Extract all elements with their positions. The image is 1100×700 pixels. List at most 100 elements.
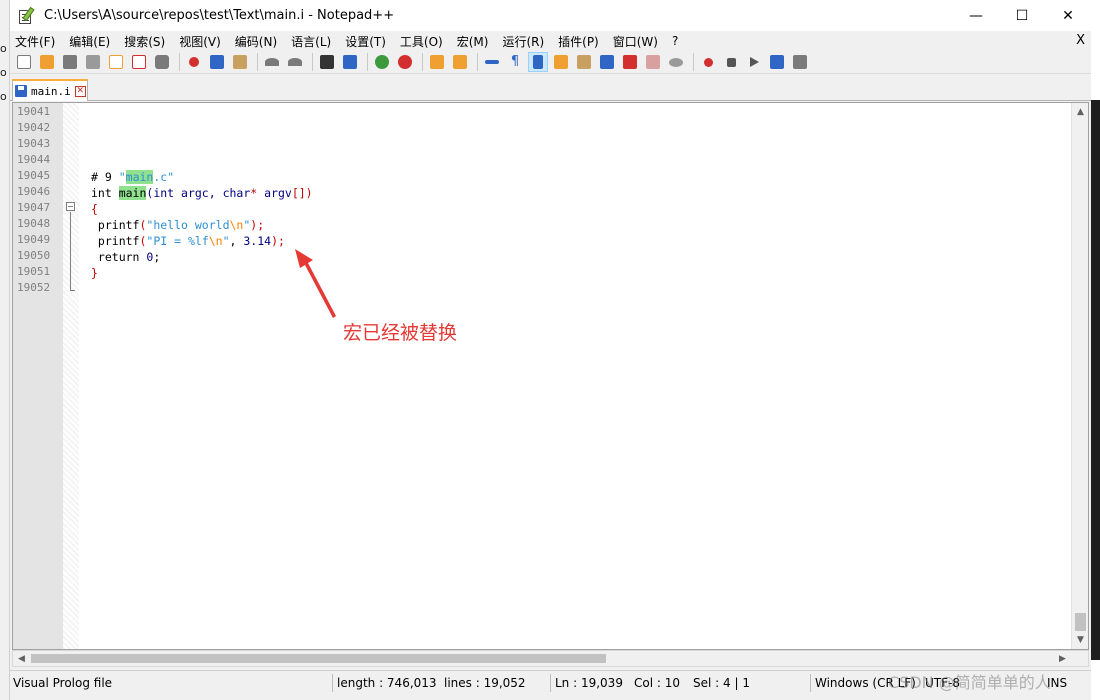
toolbar: ¶ xyxy=(10,51,1091,74)
status-selection: Sel : 4 | 1 xyxy=(693,676,750,690)
replace-icon[interactable] xyxy=(340,52,360,72)
code-line-19047: { xyxy=(91,202,98,216)
menu-encoding[interactable]: 编码(N) xyxy=(230,33,282,50)
zoom-in-icon[interactable] xyxy=(372,52,392,72)
minimize-button[interactable]: — xyxy=(953,0,999,31)
line-number: 19049 xyxy=(17,233,51,246)
line-number: 19041 xyxy=(17,105,51,118)
highlighted-word: main xyxy=(118,186,147,200)
menu-language[interactable]: 语言(L) xyxy=(286,33,336,50)
toolbar-separator xyxy=(257,53,258,71)
close-document-button[interactable]: X xyxy=(1076,33,1085,48)
code-line-19045: # 9 "main.c" xyxy=(91,170,175,184)
menu-plugins[interactable]: 插件(P) xyxy=(553,33,604,50)
tab-bar: main.i ✕ xyxy=(10,76,1091,101)
line-number: 19042 xyxy=(17,121,51,134)
menu-file[interactable]: 文件(F) xyxy=(10,33,60,50)
find-icon[interactable] xyxy=(317,52,337,72)
status-separator xyxy=(810,674,811,692)
folder-as-workspace-icon[interactable] xyxy=(597,52,617,72)
code-text[interactable]: # 9 "main.c" int main(int argc, char* ar… xyxy=(91,103,1071,649)
scroll-right-icon[interactable]: ▶ xyxy=(1054,651,1071,666)
doc-map-icon[interactable] xyxy=(551,52,571,72)
toolbar-separator xyxy=(179,53,180,71)
cut-icon[interactable] xyxy=(184,52,204,72)
open-file-icon[interactable] xyxy=(37,52,57,72)
status-separator xyxy=(550,674,551,692)
menu-window[interactable]: 窗口(W) xyxy=(608,33,663,50)
save-icon[interactable] xyxy=(60,52,80,72)
indent-guide-icon[interactable] xyxy=(528,52,548,72)
annotation-label: 宏已经被替换 xyxy=(343,322,458,344)
line-number: 19044 xyxy=(17,153,51,166)
line-number: 19047 xyxy=(17,201,51,214)
menu-search[interactable]: 搜索(S) xyxy=(119,33,170,50)
status-length: length : 746,013 xyxy=(337,676,437,690)
status-line-number: Ln : 19,039 xyxy=(555,676,623,690)
stop-macro-icon[interactable] xyxy=(721,52,741,72)
horizontal-scrollbar[interactable]: ◀ ▶ xyxy=(12,650,1089,667)
scroll-down-icon[interactable]: ▼ xyxy=(1072,631,1089,648)
show-all-chars-icon[interactable]: ¶ xyxy=(505,52,525,72)
redo-icon[interactable] xyxy=(285,52,305,72)
undo-icon[interactable] xyxy=(262,52,282,72)
sync-horizontal-icon[interactable] xyxy=(450,52,470,72)
save-all-icon[interactable] xyxy=(83,52,103,72)
maximize-button[interactable]: ☐ xyxy=(999,0,1045,31)
monitor-icon[interactable] xyxy=(620,52,640,72)
eye-icon[interactable] xyxy=(666,52,686,72)
paste-icon[interactable] xyxy=(230,52,250,72)
menu-edit[interactable]: 编辑(E) xyxy=(64,33,115,50)
play-macro-icon[interactable] xyxy=(744,52,764,72)
copy-icon[interactable] xyxy=(207,52,227,72)
tab-close-icon[interactable]: ✕ xyxy=(74,85,86,97)
save-macro-icon[interactable] xyxy=(790,52,810,72)
sync-vertical-icon[interactable] xyxy=(427,52,447,72)
vertical-scrollbar[interactable]: ▲ ▼ xyxy=(1071,103,1088,649)
print-icon[interactable] xyxy=(152,52,172,72)
line-number: 19046 xyxy=(17,185,51,198)
menu-tools[interactable]: 工具(O) xyxy=(395,33,448,50)
toolbar-separator xyxy=(312,53,313,71)
scroll-up-icon[interactable]: ▲ xyxy=(1072,103,1089,120)
function-list-icon[interactable] xyxy=(574,52,594,72)
menu-settings[interactable]: 设置(T) xyxy=(340,33,391,50)
line-number: 19043 xyxy=(17,137,51,150)
word-wrap-icon[interactable] xyxy=(482,52,502,72)
run-macro-multiple-icon[interactable] xyxy=(767,52,787,72)
notepad-app-icon xyxy=(17,6,35,25)
menu-help[interactable]: ? xyxy=(667,34,683,48)
title-bar: C:\Users\A\source\repos\test\Text\main.i… xyxy=(10,0,1091,31)
toolbar-separator xyxy=(693,53,694,71)
tab-main-i[interactable]: main.i ✕ xyxy=(12,79,88,101)
line-number: 19048 xyxy=(17,217,51,230)
close-window-button[interactable]: ✕ xyxy=(1045,0,1091,31)
window-title: C:\Users\A\source\repos\test\Text\main.i… xyxy=(44,8,395,23)
code-line-19046: int main(int argc, char* argv[]) xyxy=(91,186,313,200)
close-icon[interactable] xyxy=(106,52,126,72)
record-macro-icon[interactable] xyxy=(698,52,718,72)
fold-collapse-icon[interactable] xyxy=(66,202,75,211)
menu-run[interactable]: 运行(R) xyxy=(497,33,549,50)
vertical-scroll-thumb[interactable] xyxy=(1075,613,1086,631)
scroll-left-icon[interactable]: ◀ xyxy=(13,651,30,666)
new-file-icon[interactable] xyxy=(14,52,34,72)
menu-view[interactable]: 视图(V) xyxy=(174,33,226,50)
fold-guide-end xyxy=(70,290,75,291)
editor-area[interactable]: 19041 19042 19043 19044 19045 19046 1904… xyxy=(12,102,1089,650)
panel-icon[interactable] xyxy=(643,52,663,72)
fold-margin xyxy=(63,103,79,649)
status-separator xyxy=(332,674,333,692)
watermark: CSDN @简简单单的人 xyxy=(888,673,1051,692)
line-number: 19051 xyxy=(17,265,51,278)
zoom-out-icon[interactable] xyxy=(395,52,415,72)
toolbar-separator xyxy=(422,53,423,71)
menu-bar: 文件(F) 编辑(E) 搜索(S) 视图(V) 编码(N) 语言(L) 设置(T… xyxy=(10,31,1091,51)
notepad-window: C:\Users\A\source\repos\test\Text\main.i… xyxy=(10,0,1091,700)
fold-guide-line xyxy=(70,212,71,290)
status-language: Visual Prolog file xyxy=(13,676,113,690)
horizontal-scroll-thumb[interactable] xyxy=(31,654,606,663)
close-all-icon[interactable] xyxy=(129,52,149,72)
menu-macro[interactable]: 宏(M) xyxy=(452,33,494,50)
code-line-19050: return 0; xyxy=(91,250,161,264)
